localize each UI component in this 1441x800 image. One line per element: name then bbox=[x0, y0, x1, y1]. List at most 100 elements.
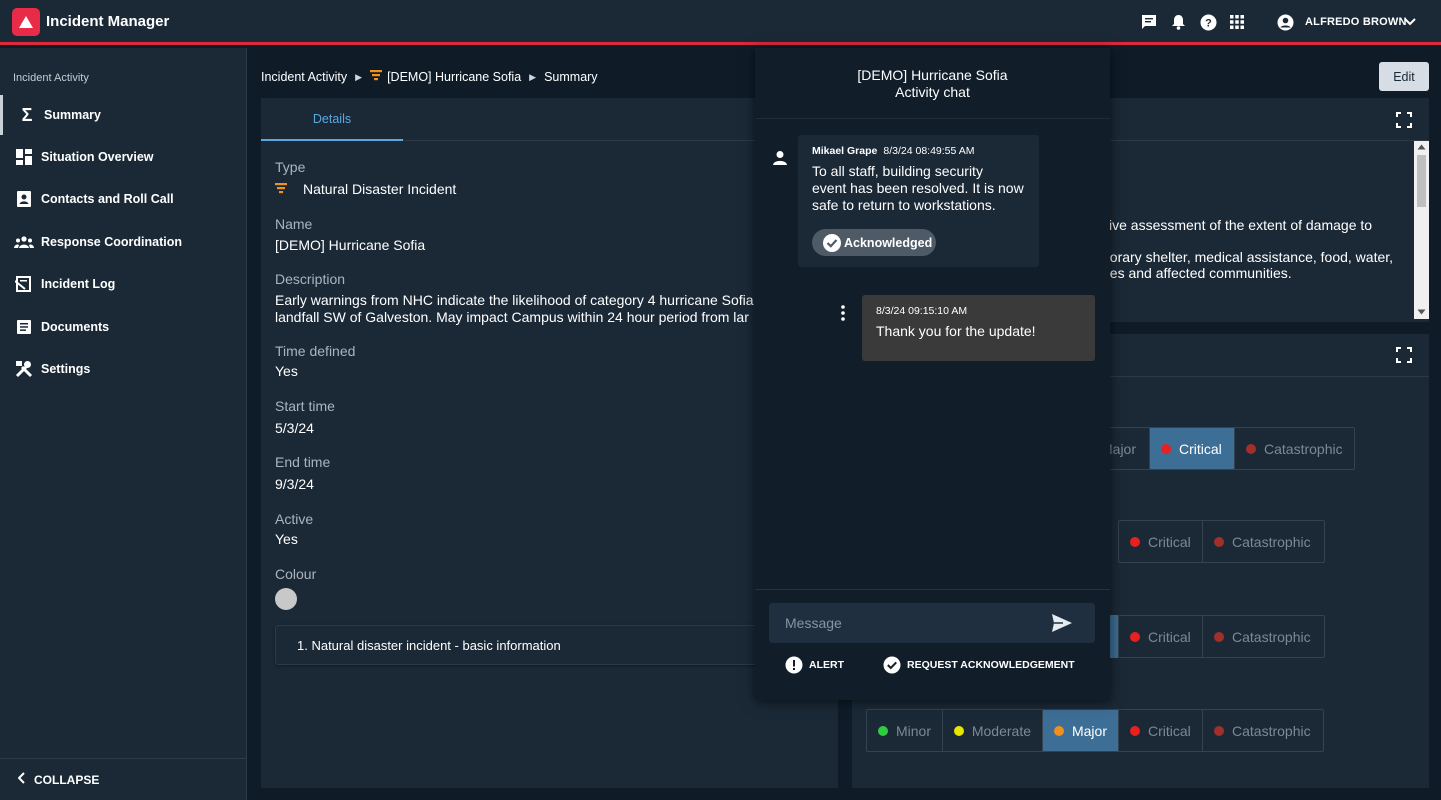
message-input[interactable] bbox=[769, 603, 1095, 643]
panel-text-line: sive assessment of the extent of damage … bbox=[1102, 217, 1373, 233]
fullscreen-icon[interactable] bbox=[1396, 347, 1412, 363]
severity-label: Critical bbox=[1148, 533, 1191, 550]
severity-option-catastrophic[interactable]: Catastrophic bbox=[1203, 616, 1324, 657]
sidebar-item-label: Settings bbox=[41, 362, 91, 376]
fullscreen-icon[interactable] bbox=[1396, 112, 1412, 128]
chat-icon[interactable] bbox=[1140, 13, 1158, 31]
description-label: Description bbox=[275, 271, 346, 287]
chat-title-incident: [DEMO] Hurricane Sofia bbox=[857, 67, 1008, 83]
severity-option-critical[interactable]: Critical bbox=[1119, 521, 1203, 562]
name-value: [DEMO] Hurricane Sofia bbox=[275, 237, 426, 253]
severity-dot bbox=[1214, 536, 1224, 547]
sidebar-item-label: Summary bbox=[44, 108, 101, 122]
chevron-down-icon[interactable] bbox=[1401, 13, 1419, 31]
tab-details[interactable]: Details bbox=[261, 98, 403, 141]
more-vert-icon[interactable] bbox=[841, 305, 845, 321]
description-line: landfall SW of Galveston. May impact Cam… bbox=[275, 309, 749, 325]
chat-message-outgoing: 8/3/24 09:15:10 AM Thank you for the upd… bbox=[862, 295, 1095, 361]
scrollbar[interactable] bbox=[1414, 141, 1429, 319]
group-icon bbox=[14, 232, 34, 252]
message-line: event has been resolved. It is now bbox=[812, 180, 1024, 196]
acknowledged-label: Acknowledged bbox=[844, 235, 933, 250]
end-time-value: 9/3/24 bbox=[275, 476, 314, 492]
breadcrumb-item[interactable]: Incident Activity bbox=[261, 70, 347, 84]
apps-grid-icon[interactable] bbox=[1228, 13, 1246, 31]
scroll-down-icon[interactable] bbox=[1417, 309, 1426, 315]
account-icon[interactable] bbox=[1276, 13, 1294, 31]
severity-label: Catastrophic bbox=[1264, 440, 1343, 457]
caret-right-icon: ▶ bbox=[355, 71, 363, 82]
sidebar-item-contacts-and-roll-call[interactable]: Contacts and Roll Call bbox=[0, 179, 246, 219]
app-title[interactable]: Incident Manager bbox=[46, 13, 169, 30]
panel-text-line: ees and affected communities. bbox=[1102, 265, 1292, 281]
time-defined-label: Time defined bbox=[275, 343, 356, 359]
sidebar-item-response-coordination[interactable]: Response Coordination bbox=[0, 222, 246, 262]
severity-dot bbox=[1161, 443, 1171, 454]
help-icon[interactable]: ? bbox=[1199, 13, 1217, 31]
severity-option-critical[interactable]: Critical bbox=[1119, 710, 1203, 751]
type-label: Type bbox=[275, 159, 306, 175]
start-time-label: Start time bbox=[275, 398, 335, 414]
sidebar-item-settings[interactable]: Settings bbox=[0, 349, 246, 389]
severity-label: Critical bbox=[1148, 628, 1191, 645]
severity-option-catastrophic[interactable]: Catastrophic bbox=[1235, 428, 1354, 469]
edit-button[interactable]: Edit bbox=[1379, 62, 1429, 91]
severity-selector-row: Minor Moderate Major Critical Catastroph… bbox=[866, 709, 1324, 752]
message-line: To all staff, building security bbox=[812, 163, 983, 179]
sidebar-item-situation-overview[interactable]: Situation Overview bbox=[0, 137, 246, 177]
divider bbox=[755, 118, 1110, 119]
scroll-up-icon[interactable] bbox=[1417, 144, 1426, 150]
message-timestamp: 8/3/24 09:15:10 AM bbox=[876, 305, 968, 317]
chat-subtitle: Activity chat bbox=[895, 84, 970, 100]
sigma-icon: Σ bbox=[21, 104, 33, 125]
severity-dot bbox=[1130, 725, 1140, 736]
severity-option-major[interactable]: Major bbox=[1043, 710, 1119, 751]
message-line: Thank you for the update! bbox=[876, 323, 1036, 339]
document-icon bbox=[14, 317, 34, 337]
name-label: Name bbox=[275, 216, 313, 232]
sidebar-item-summary[interactable]: Σ Summary bbox=[0, 95, 246, 135]
sidebar-item-label: Response Coordination bbox=[41, 235, 182, 249]
severity-option-critical[interactable]: Critical bbox=[1119, 616, 1203, 657]
send-icon[interactable] bbox=[1051, 612, 1073, 634]
time-defined-value: Yes bbox=[275, 363, 298, 379]
message-meta: Mikael Grape 8/3/24 08:49:55 AM bbox=[812, 145, 974, 157]
active-value: Yes bbox=[275, 531, 298, 547]
severity-dot bbox=[1214, 631, 1224, 642]
app-logo-icon[interactable] bbox=[12, 8, 40, 36]
request-acknowledgement-label: REQUEST ACKNOWLEDGEMENT bbox=[907, 659, 1075, 671]
severity-option-critical[interactable]: Critical bbox=[1150, 428, 1235, 469]
tools-icon bbox=[14, 359, 34, 379]
incident-type-icon bbox=[370, 70, 383, 84]
bell-icon[interactable] bbox=[1169, 13, 1187, 31]
severity-option-catastrophic[interactable]: Catastrophic bbox=[1203, 710, 1323, 751]
request-acknowledgement-button[interactable]: REQUEST ACKNOWLEDGEMENT bbox=[883, 656, 1075, 674]
severity-dot bbox=[1130, 536, 1140, 547]
severity-option-catastrophic[interactable]: Catastrophic bbox=[1203, 521, 1324, 562]
scroll-thumb[interactable] bbox=[1417, 155, 1426, 207]
sidebar-item-incident-log[interactable]: Incident Log bbox=[0, 264, 246, 304]
severity-dot bbox=[1246, 443, 1256, 454]
alert-button[interactable]: ALERT bbox=[785, 656, 844, 674]
severity-label: Catastrophic bbox=[1232, 628, 1311, 645]
severity-label: Moderate bbox=[971, 722, 1031, 739]
chevron-left-icon bbox=[17, 772, 26, 787]
end-time-label: End time bbox=[275, 454, 331, 470]
collapse-button[interactable]: COLLAPSE bbox=[0, 758, 246, 800]
severity-selector-row: Critical Catastrophic bbox=[1118, 615, 1325, 658]
severity-option-minor[interactable]: Minor bbox=[867, 710, 943, 751]
message-author: Mikael Grape bbox=[812, 145, 878, 157]
sidebar-item-documents[interactable]: Documents bbox=[0, 307, 246, 347]
alert-icon bbox=[785, 656, 803, 674]
severity-dot bbox=[1214, 725, 1224, 736]
section-basic-information[interactable]: 1. Natural disaster incident - basic inf… bbox=[275, 625, 765, 665]
type-value-row: Natural Disaster Incident bbox=[275, 181, 456, 197]
breadcrumb-item[interactable]: [DEMO] Hurricane Sofia bbox=[387, 70, 521, 84]
sidebar: Incident Activity Σ Summary Situation Ov… bbox=[0, 48, 247, 800]
message-timestamp: 8/3/24 08:49:55 AM bbox=[883, 145, 975, 157]
severity-option-moderate[interactable]: Moderate bbox=[943, 710, 1043, 751]
user-name[interactable]: ALFREDO BROWN bbox=[1305, 16, 1407, 28]
severity-label: Minor bbox=[895, 722, 931, 739]
colour-label: Colour bbox=[275, 566, 317, 582]
severity-label: Catastrophic bbox=[1232, 533, 1311, 550]
